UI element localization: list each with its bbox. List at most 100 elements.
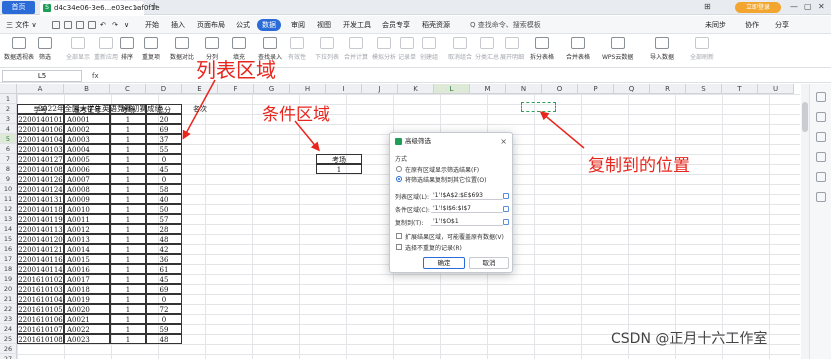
row-header[interactable]: 17: [0, 254, 17, 264]
row-header[interactable]: 14: [0, 224, 17, 234]
table-cell[interactable]: A0020: [64, 304, 110, 314]
preview-icon[interactable]: [88, 19, 96, 31]
table-cell[interactable]: 2201610102: [17, 274, 64, 284]
row-header[interactable]: 3: [0, 114, 17, 124]
radio-in-place-label[interactable]: 在原有区域显示筛选结果(F): [405, 165, 479, 174]
table-cell[interactable]: 0: [146, 294, 182, 304]
table-cell[interactable]: 1: [110, 234, 146, 244]
table-cell[interactable]: 2200140131: [17, 194, 64, 204]
table-cell[interactable]: 48: [146, 234, 182, 244]
table-cell[interactable]: A0003: [64, 134, 110, 144]
menu-view[interactable]: 视图: [317, 19, 331, 31]
column-header[interactable]: Q: [614, 84, 650, 94]
table-header-cell[interactable]: 准考证号: [64, 104, 110, 114]
ribbon-button[interactable]: 排序: [120, 37, 134, 61]
table-cell[interactable]: 1: [110, 164, 146, 174]
undo-icon[interactable]: ↶: [100, 19, 106, 31]
radio-copy-elsewhere-label[interactable]: 将筛选结果复制到其它位置(O): [405, 175, 486, 184]
table-cell[interactable]: 72: [146, 304, 182, 314]
table-cell[interactable]: A0021: [64, 314, 110, 324]
layout-icon[interactable]: ⊞: [704, 0, 711, 14]
column-header[interactable]: O: [542, 84, 578, 94]
row-header[interactable]: 20: [0, 284, 17, 294]
table-cell[interactable]: 1: [110, 154, 146, 164]
table-cell[interactable]: 1: [110, 314, 146, 324]
table-cell[interactable]: A0012: [64, 224, 110, 234]
ribbon-button[interactable]: 有效性: [288, 37, 306, 61]
table-cell[interactable]: A0006: [64, 164, 110, 174]
column-header[interactable]: M: [470, 84, 506, 94]
ribbon-button[interactable]: 拆分表格: [530, 37, 554, 61]
save-icon[interactable]: [52, 19, 60, 31]
table-cell[interactable]: 45: [146, 164, 182, 174]
ok-button[interactable]: 确定: [423, 257, 465, 269]
column-header[interactable]: I: [326, 84, 362, 94]
menu-insert[interactable]: 插入: [171, 19, 185, 31]
column-header[interactable]: D: [146, 84, 182, 94]
range-picker-icon[interactable]: [503, 193, 509, 199]
row-header[interactable]: 1: [0, 94, 17, 104]
menu-start[interactable]: 开始: [145, 19, 159, 31]
table-cell[interactable]: A0015: [64, 254, 110, 264]
table-cell[interactable]: 1: [110, 144, 146, 154]
ribbon-button[interactable]: 展开明细: [500, 37, 524, 61]
vertical-scrollbar[interactable]: [801, 84, 809, 359]
column-header[interactable]: N: [506, 84, 542, 94]
row-header[interactable]: 16: [0, 244, 17, 254]
menu-data[interactable]: 数据: [257, 19, 281, 31]
table-cell[interactable]: A0010: [64, 204, 110, 214]
column-header[interactable]: C: [110, 84, 146, 94]
table-cell[interactable]: 2200140108: [17, 164, 64, 174]
table-cell[interactable]: 61: [146, 264, 182, 274]
print-icon[interactable]: [76, 19, 84, 31]
row-header[interactable]: 12: [0, 204, 17, 214]
table-cell[interactable]: A0007: [64, 174, 110, 184]
menu-formula[interactable]: 公式: [236, 19, 250, 31]
fx-icon[interactable]: fx: [92, 69, 99, 83]
table-cell[interactable]: 48: [146, 334, 182, 344]
column-header[interactable]: B: [64, 84, 110, 94]
row-header[interactable]: 4: [0, 124, 17, 134]
menu-developer[interactable]: 开发工具: [343, 19, 371, 31]
table-header-cell[interactable]: 学号: [17, 104, 64, 114]
table-cell[interactable]: 2201610104: [17, 294, 64, 304]
table-cell[interactable]: A0019: [64, 294, 110, 304]
column-header[interactable]: R: [650, 84, 686, 94]
collaborate-button[interactable]: 协作: [745, 19, 759, 31]
ribbon-button[interactable]: 重新应用: [94, 37, 118, 61]
table-cell[interactable]: 69: [146, 124, 182, 134]
criteria-value-cell[interactable]: 1: [316, 164, 362, 174]
ribbon-button[interactable]: 全部刷新: [690, 37, 714, 61]
radio-in-place[interactable]: [396, 166, 402, 172]
ribbon-button[interactable]: WPS云数据: [602, 37, 633, 61]
table-cell[interactable]: 2201610105: [17, 304, 64, 314]
table-cell[interactable]: 1: [110, 134, 146, 144]
expand-checkbox[interactable]: [396, 233, 402, 239]
row-header[interactable]: 10: [0, 184, 17, 194]
table-header-cell[interactable]: 名次: [182, 104, 218, 114]
column-header[interactable]: L: [434, 84, 470, 94]
table-cell[interactable]: 1: [110, 204, 146, 214]
minimize-button[interactable]: —: [790, 0, 798, 14]
column-header[interactable]: U: [758, 84, 794, 94]
row-header[interactable]: 15: [0, 234, 17, 244]
menu-resources[interactable]: 稻壳资源: [422, 19, 450, 31]
ribbon-button[interactable]: 合并计算: [344, 37, 368, 61]
ribbon-button[interactable]: 重复项: [142, 37, 160, 61]
table-cell[interactable]: 0: [146, 314, 182, 324]
range-picker-icon[interactable]: [503, 206, 509, 212]
login-button[interactable]: 立即登录: [735, 2, 781, 13]
table-cell[interactable]: 2200140106: [17, 124, 64, 134]
table-cell[interactable]: 2200140121: [17, 244, 64, 254]
table-header-cell[interactable]: 考场: [110, 104, 146, 114]
table-cell[interactable]: 1: [110, 294, 146, 304]
column-header[interactable]: G: [254, 84, 290, 94]
row-header[interactable]: 5: [0, 134, 17, 144]
column-header[interactable]: F: [218, 84, 254, 94]
table-cell[interactable]: A0017: [64, 274, 110, 284]
table-cell[interactable]: A0013: [64, 234, 110, 244]
document-tab[interactable]: S d4c34e06-3e6...e03ec1af0f1e ×: [40, 1, 160, 15]
sync-status[interactable]: 未同步: [705, 19, 726, 31]
table-header-cell[interactable]: 总分: [146, 104, 182, 114]
column-header[interactable]: P: [578, 84, 614, 94]
